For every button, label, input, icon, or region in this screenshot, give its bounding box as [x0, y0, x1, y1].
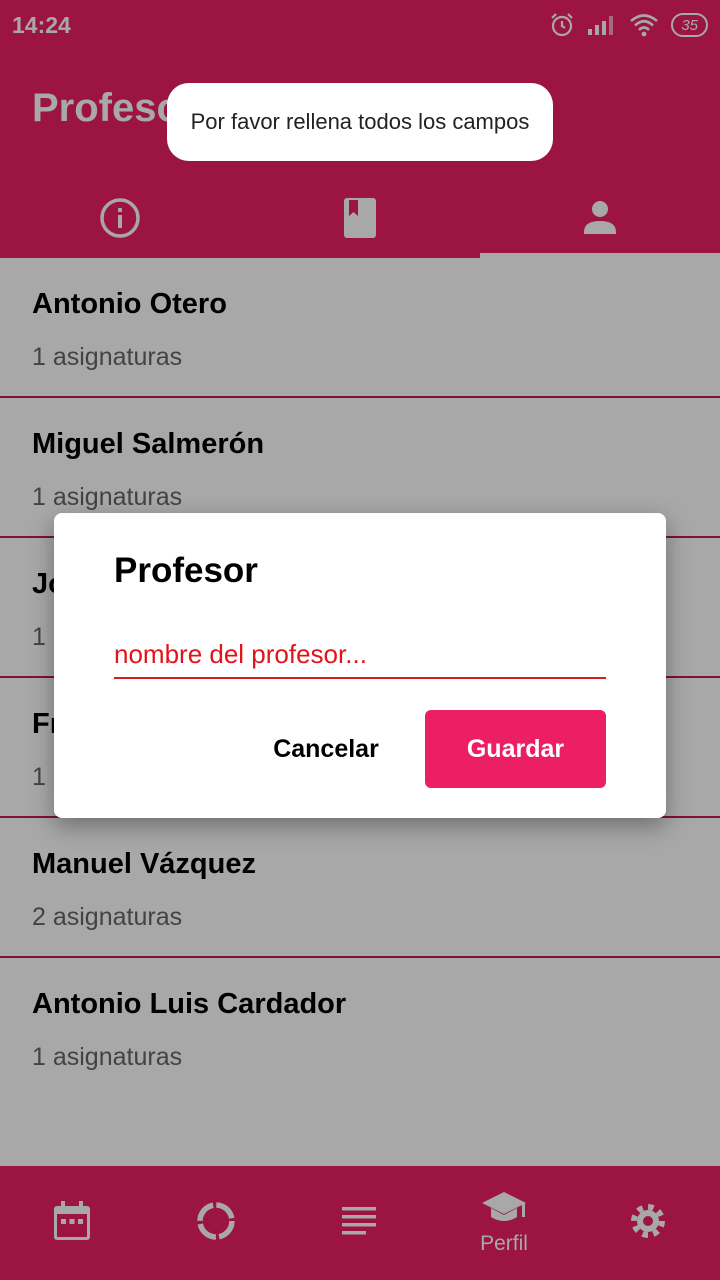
- toast-message: Por favor rellena todos los campos: [167, 83, 553, 161]
- save-button[interactable]: Guardar: [425, 710, 606, 788]
- teacher-name-input[interactable]: [114, 631, 606, 679]
- cancel-button[interactable]: Cancelar: [260, 710, 392, 788]
- add-teacher-dialog: Profesor Cancelar Guardar: [54, 513, 666, 818]
- dialog-title: Profesor: [114, 551, 258, 590]
